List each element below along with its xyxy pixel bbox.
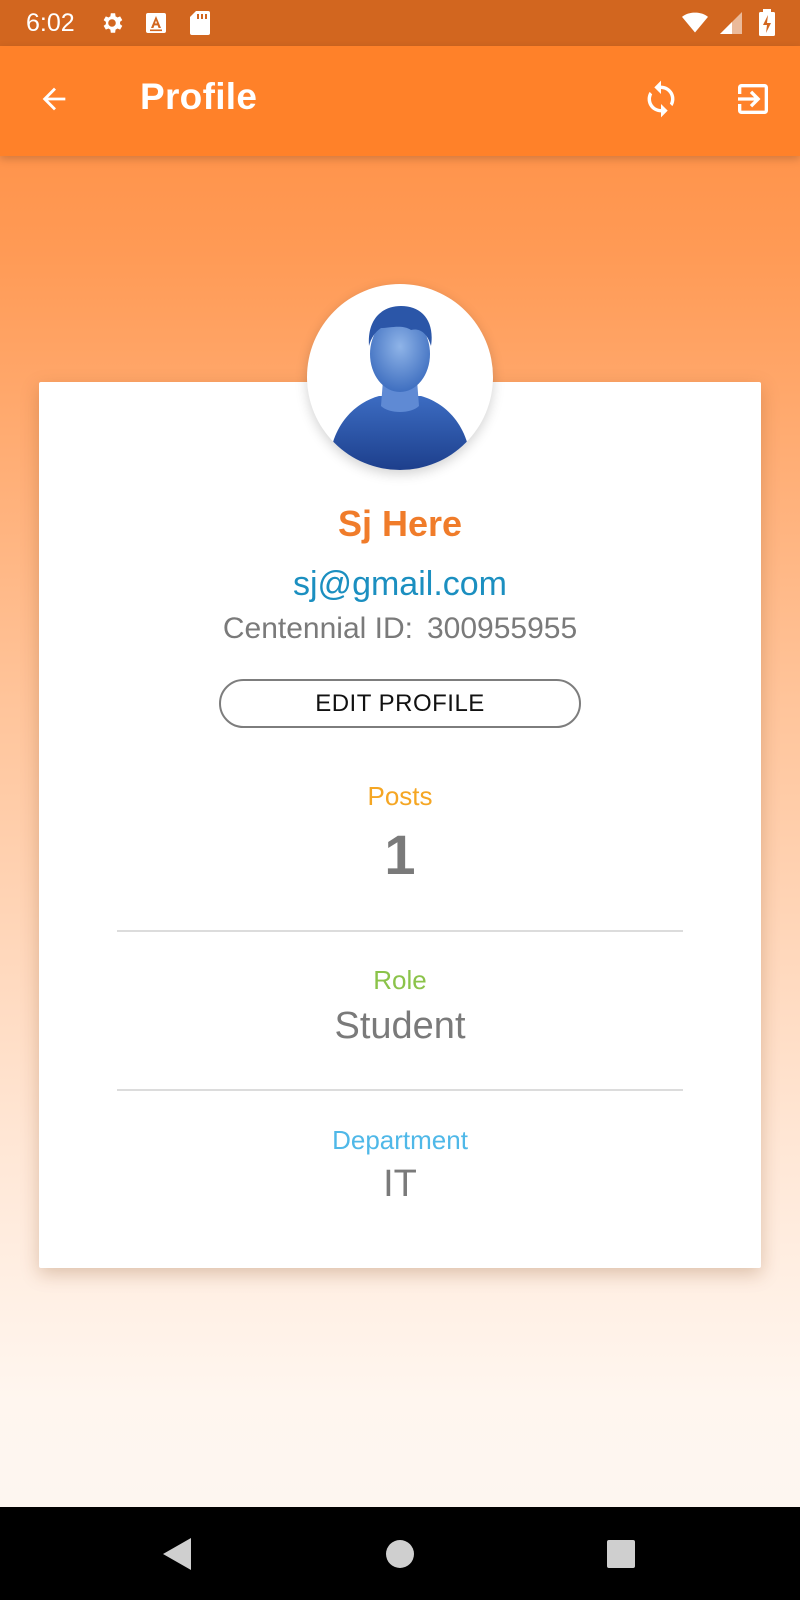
user-email[interactable]: sj@gmail.com [39,565,761,604]
department-value: IT [383,1163,417,1205]
signal-icon [718,10,744,36]
posts-value: 1 [384,823,416,886]
refresh-icon [641,79,681,124]
logout-icon [733,79,773,124]
logout-button[interactable] [730,78,776,124]
refresh-button[interactable] [638,78,684,124]
centennial-id: Centennial ID: 300955955 [39,612,761,646]
sd-card-icon [187,10,213,36]
back-button[interactable] [34,81,74,121]
recents-square-icon [607,1540,635,1568]
divider [117,930,683,932]
posts-label: Posts [367,781,433,811]
home-circle-icon [386,1540,414,1568]
back-triangle-icon [163,1538,191,1570]
status-bar: 6:02 [0,0,800,46]
edit-profile-button[interactable]: EDIT PROFILE [219,679,581,728]
user-name: Sj Here [337,503,463,544]
app-bar: Profile [0,46,800,156]
centennial-id-value: 300955955 [426,612,578,645]
nav-back-button[interactable] [156,1533,198,1575]
page-title: Profile [140,76,258,117]
role-label: Role [373,965,427,995]
avatar [307,284,493,470]
gear-icon [99,10,125,36]
user-avatar-icon [329,306,471,470]
a-box-icon [143,10,169,36]
battery-charging-icon [754,9,780,36]
navigation-bar [0,1507,800,1600]
divider [117,1089,683,1091]
back-arrow-icon [37,82,71,121]
department-label: Department [332,1125,468,1155]
role-value: Student [334,1005,466,1047]
status-time: 6:02 [26,8,75,37]
nav-recents-button[interactable] [600,1533,642,1575]
wifi-icon [682,10,708,36]
nav-home-button[interactable] [379,1533,421,1575]
centennial-id-label: Centennial ID: [222,612,413,645]
